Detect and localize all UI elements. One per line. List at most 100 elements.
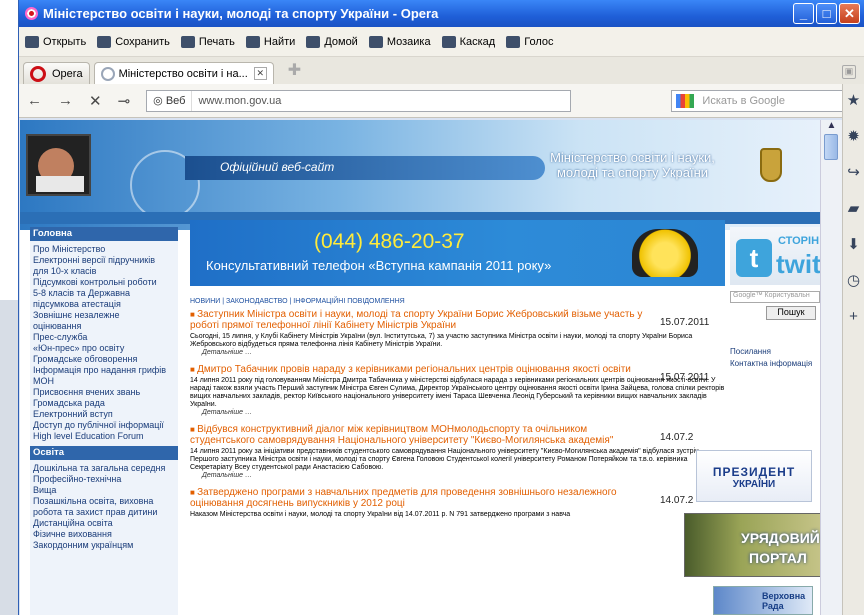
scroll-thumb[interactable] xyxy=(824,134,838,160)
vertical-scrollbar[interactable]: ▲ xyxy=(820,120,842,615)
new-tab-icon[interactable]: ✚ xyxy=(288,60,301,80)
news-item: Заступник Міністра освіти і науки, молод… xyxy=(190,309,725,356)
nav-link[interactable]: Інформація про надання грифів xyxy=(33,365,175,375)
nav-link[interactable]: робота та захист прав дитини xyxy=(33,507,175,517)
nav-link[interactable]: Громадське обговорення xyxy=(33,354,175,364)
voice-button[interactable]: Голос xyxy=(506,35,553,48)
google-icon[interactable] xyxy=(676,93,695,108)
news-date: 14.07.2 xyxy=(660,432,694,443)
nav-link[interactable]: Вища xyxy=(33,485,175,495)
nav-link[interactable]: Електронний вступ xyxy=(33,409,175,419)
site-search-input[interactable]: Google™ Користувальн xyxy=(730,291,820,303)
web-page: Офіційний веб-сайт Міністерство освіти і… xyxy=(20,120,820,615)
home-button[interactable]: Домой xyxy=(306,35,358,48)
back-icon[interactable]: ← xyxy=(27,92,42,109)
nav-link[interactable]: для 10-х класів xyxy=(33,266,175,276)
nav-link[interactable]: Дошкільна та загальна середня xyxy=(33,463,175,473)
open-button[interactable]: Открыть xyxy=(25,35,86,48)
search-box[interactable]: Искать в Google ⌕ xyxy=(671,89,864,112)
desktop-left xyxy=(0,0,20,615)
nav-link[interactable]: Про Міністерство xyxy=(33,244,175,254)
read-more-link[interactable]: Детальніше … xyxy=(202,349,725,356)
nav-link[interactable]: Зовнішнє незалежне xyxy=(33,310,175,320)
maximize-button[interactable]: □ xyxy=(816,3,837,24)
news-date: 15.07.2011 xyxy=(660,372,710,383)
save-button[interactable]: Сохранить xyxy=(97,35,170,48)
print-icon xyxy=(180,35,195,48)
news-title[interactable]: Заступник Міністра освіти і науки, молод… xyxy=(190,309,652,331)
nav-link[interactable]: підсумкова атестація xyxy=(33,299,175,309)
nav-link[interactable]: Дистанційна освіта xyxy=(33,518,175,528)
news-title[interactable]: Затверджено програми з навчальних предме… xyxy=(190,487,652,509)
rada-banner[interactable]: Верховна Рада xyxy=(713,586,813,615)
section-tabs: НОВИНИ | ЗАКОНОДАВСТВО | ІНФОРМАЦІЙНІ ПО… xyxy=(190,298,405,305)
tab-legislation[interactable]: ЗАКОНОДАВСТВО xyxy=(226,298,288,305)
nav-link[interactable]: Громадська рада xyxy=(33,398,175,408)
tab-opera[interactable]: Opera xyxy=(23,62,90,84)
url-text[interactable]: www.mon.gov.ua xyxy=(192,95,281,107)
nav-link[interactable]: High level Education Forum xyxy=(33,431,175,441)
link-contacts[interactable]: Контактна інформація xyxy=(730,358,820,370)
read-more-link[interactable]: Детальніше … xyxy=(202,472,725,479)
add-panel-icon[interactable]: + xyxy=(847,309,861,324)
nav-link[interactable]: Позашкільна освіта, виховна xyxy=(33,496,175,506)
search-placeholder[interactable]: Искать в Google xyxy=(702,95,845,107)
news-date: 15.07.2011 xyxy=(660,317,710,328)
nav-link[interactable]: Доступ до публічної інформації xyxy=(33,420,175,430)
hotline-banner[interactable]: (044) 486-20-37 Консультативний телефон … xyxy=(190,220,725,286)
news-title[interactable]: Відбувся конструктивний діалог між керів… xyxy=(190,424,652,446)
nav-link[interactable]: Прес-служба xyxy=(33,332,175,342)
minimize-button[interactable]: _ xyxy=(793,3,814,24)
find-button[interactable]: Найти xyxy=(245,35,295,48)
cascade-button[interactable]: Каскад xyxy=(441,35,495,48)
news-list: Заступник Міністра освіти і науки, молод… xyxy=(190,309,725,519)
twitter-icon: t xyxy=(736,239,772,277)
key-icon[interactable]: ⊸ xyxy=(118,92,131,110)
news-item: Відбувся конструктивний діалог між керів… xyxy=(190,424,725,479)
read-more-link[interactable]: Детальніше … xyxy=(202,409,725,416)
close-button[interactable]: ✕ xyxy=(839,3,860,24)
web-indicator[interactable]: ◎ Веб xyxy=(147,90,193,111)
share-icon[interactable]: ↪ xyxy=(847,165,861,180)
nav-link[interactable]: Електронні версії підручників xyxy=(33,255,175,265)
tab-ministry[interactable]: Міністерство освіти і на... ✕ xyxy=(93,62,274,84)
tile-button[interactable]: Мозаика xyxy=(368,35,431,48)
nav-link[interactable]: МОН xyxy=(33,376,175,386)
news-title[interactable]: Дмитро Табачник провів нараду з керівник… xyxy=(190,364,652,375)
stop-icon[interactable]: ✕ xyxy=(89,92,102,110)
titlebar: Міністерство освіти і науки, молоді та с… xyxy=(19,0,864,27)
site-search-button[interactable]: Пошук xyxy=(766,306,816,320)
forward-icon[interactable]: → xyxy=(58,92,73,109)
president-banner[interactable]: ПРЕЗИДЕНТ УКРАЇНИ xyxy=(696,450,812,502)
settings-icon[interactable]: ✹ xyxy=(847,129,861,144)
nav-link[interactable]: Присвоєння вчених звань xyxy=(33,387,175,397)
link-references[interactable]: Посилання xyxy=(730,346,820,358)
tab-news[interactable]: НОВИНИ xyxy=(190,298,220,305)
nav-link[interactable]: Закордонним українцям xyxy=(33,540,175,550)
history-icon[interactable]: ◷ xyxy=(847,273,861,288)
close-tab-icon[interactable]: ✕ xyxy=(253,67,267,80)
notes-icon[interactable]: ▰ xyxy=(847,201,861,216)
nav-section-education[interactable]: Освіта xyxy=(30,446,178,460)
government-portal-banner[interactable]: УРЯДОВИЙ ПОРТАЛ xyxy=(684,513,820,577)
twitter-banner[interactable]: t СТОРІН twit xyxy=(730,227,820,285)
print-button[interactable]: Печать xyxy=(180,35,235,48)
nav-link[interactable]: Підсумкові контрольні роботи xyxy=(33,277,175,287)
scroll-up-icon[interactable]: ▲ xyxy=(821,120,842,134)
downloads-icon[interactable]: ⬇ xyxy=(847,237,861,252)
tab-info-messages[interactable]: ІНФОРМАЦІЙНІ ПОВІДОМЛЕННЯ xyxy=(293,298,405,305)
news-body: 14 липня 2011 року за ініціативи предста… xyxy=(190,448,699,471)
address-bar[interactable]: ◎ Веб www.mon.gov.ua xyxy=(146,89,572,112)
nav-link[interactable]: Фізичне виховання xyxy=(33,529,175,539)
nav-link[interactable]: оцінювання xyxy=(33,321,175,331)
hotline-number: (044) 486-20-37 xyxy=(314,230,465,253)
nav-link[interactable]: Професійно-технічна xyxy=(33,474,175,484)
nav-link[interactable]: «Юн-прес» про освіту xyxy=(33,343,175,353)
nav-section-main[interactable]: Головна xyxy=(30,227,178,241)
nav-link[interactable]: 5-8 класів та Державна xyxy=(33,288,175,298)
tile-icon xyxy=(368,35,383,48)
news-item: Затверджено програми з навчальних предме… xyxy=(190,487,725,519)
trash-icon[interactable]: ▣ xyxy=(842,65,856,79)
news-body: Наказом Міністерства освіти і науки, мол… xyxy=(190,511,571,518)
bookmarks-icon[interactable]: ★ xyxy=(847,93,861,108)
